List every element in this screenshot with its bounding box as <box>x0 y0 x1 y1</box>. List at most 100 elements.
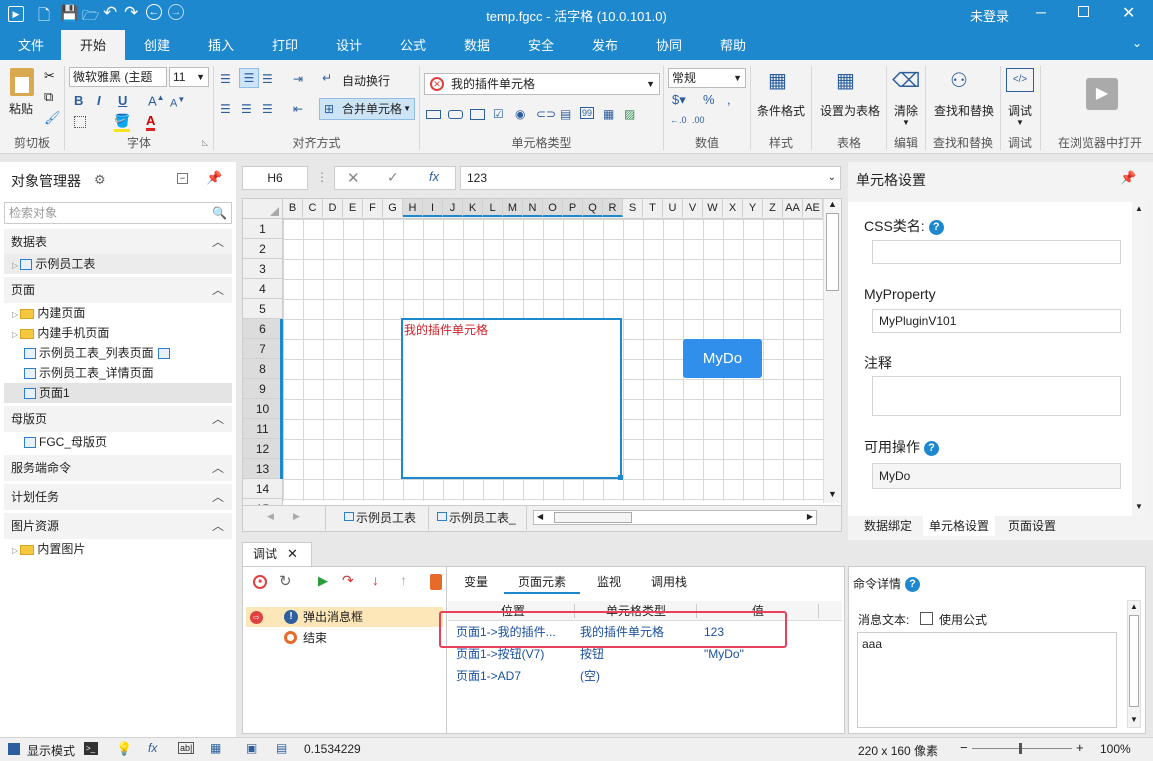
row-header[interactable]: 5 <box>243 299 282 319</box>
note-input[interactable] <box>872 376 1121 416</box>
zoom-slider[interactable] <box>972 743 1072 754</box>
bulb-icon[interactable]: 💡 <box>116 741 132 757</box>
column-header[interactable]: S <box>623 199 643 217</box>
column-header[interactable]: D <box>323 199 343 217</box>
align-left-icon[interactable]: ☰ <box>220 102 231 116</box>
row-header[interactable]: 6 <box>243 319 282 339</box>
font-size-select[interactable]: 11 ▼ <box>169 67 209 87</box>
debug-dropdown-icon[interactable]: ▼ <box>1016 118 1024 127</box>
css-help-icon[interactable]: ? <box>928 219 944 235</box>
console-icon[interactable]: >_ <box>84 742 98 755</box>
section-tables[interactable]: 数据表 ︿ <box>4 229 232 255</box>
step-into-icon[interactable]: ↓ <box>372 572 379 588</box>
column-header[interactable]: I <box>423 199 443 217</box>
debug-tab-elements[interactable]: 页面元素 <box>518 573 566 590</box>
debug-step-current[interactable]: ⇨ ! 弹出消息框 <box>246 607 443 627</box>
open-in-browser-button[interactable]: 在浏览器中打开 <box>1050 134 1150 151</box>
detail-help-icon[interactable]: ? <box>905 577 921 593</box>
settings-gear-icon[interactable]: ⚙ <box>94 172 106 188</box>
minimize-icon[interactable]: ─ <box>1036 4 1046 20</box>
column-header[interactable]: T <box>643 199 663 217</box>
section-masters[interactable]: 母版页 ︿ <box>4 406 232 432</box>
column-header[interactable]: G <box>383 199 403 217</box>
collapse-all-icon[interactable]: − <box>177 173 188 184</box>
row-header[interactable]: 13 <box>243 459 282 479</box>
zoom-thumb[interactable] <box>1019 743 1022 754</box>
column-header[interactable]: R <box>603 199 623 217</box>
row-header[interactable]: 8 <box>243 359 282 379</box>
close-icon[interactable]: ✕ <box>1122 3 1135 23</box>
continue-debug-icon[interactable]: ▶ <box>318 573 328 589</box>
wrap-text-icon[interactable]: ↵ <box>322 71 332 85</box>
increase-decimal-icon[interactable]: ←.0 <box>670 115 687 125</box>
confirm-formula-icon[interactable]: ✓ <box>387 169 399 186</box>
row-header[interactable]: 4 <box>243 279 282 299</box>
currency-icon[interactable]: $▾ <box>672 92 686 108</box>
row-header[interactable]: 2 <box>243 239 282 259</box>
column-header[interactable]: N <box>523 199 543 217</box>
align-top-icon[interactable]: ☰ <box>220 72 231 86</box>
set-table-icon[interactable]: ▦ <box>836 68 855 93</box>
tab-page-settings[interactable]: 页面设置 <box>1000 516 1064 536</box>
column-header[interactable]: C <box>303 199 323 217</box>
maximize-icon[interactable] <box>1078 6 1089 17</box>
italic-icon[interactable]: I <box>97 93 101 108</box>
font-shrink-icon[interactable]: A▼ <box>170 95 185 110</box>
row-header[interactable]: 7 <box>243 339 282 359</box>
layout-status-icon[interactable]: ▤ <box>276 741 287 755</box>
chart-status-icon[interactable]: ▦ <box>210 741 221 755</box>
debug-row[interactable]: 页面1->AD7 <box>456 666 521 686</box>
number-format-select[interactable]: 常规 ▼ <box>668 68 746 88</box>
section-images[interactable]: 图片资源 ︿ <box>4 513 232 539</box>
step-out-icon[interactable]: ↑ <box>400 572 407 588</box>
row-header[interactable]: 10 <box>243 399 282 419</box>
column-header[interactable]: P <box>563 199 583 217</box>
horizontal-scrollbar[interactable]: ◀ ▶ <box>533 510 817 525</box>
debug-tab-callstack[interactable]: 调用栈 <box>651 573 687 590</box>
selected-cell-h6[interactable]: 我的插件单元格 <box>401 318 623 480</box>
merge-cells-button[interactable]: 合并单元格 ⊞ ▼ <box>319 98 415 120</box>
celltype-image-icon[interactable]: ▨ <box>624 107 635 121</box>
find-icon[interactable]: ⚇ <box>950 68 968 93</box>
clear-dropdown-icon[interactable]: ▼ <box>902 118 910 127</box>
stop-debug-icon[interactable]: ■ <box>253 575 267 589</box>
cond-format-icon[interactable]: ▦ <box>768 68 794 92</box>
cell-reference-box[interactable]: H6 <box>242 166 308 190</box>
clear-icon[interactable]: ⌫ <box>892 68 920 93</box>
align-middle-icon[interactable]: ☰ <box>239 68 259 88</box>
prev-sheet-icon[interactable]: ◀ <box>267 511 274 522</box>
tab-security[interactable]: 安全 <box>512 30 570 60</box>
column-header[interactable]: M <box>503 199 523 217</box>
format-painter-icon[interactable]: 🖌 <box>44 110 61 126</box>
align-right-icon[interactable]: ☰ <box>262 102 273 116</box>
celltype-radio-icon[interactable]: ◉ <box>515 107 525 121</box>
row-header[interactable]: 12 <box>243 439 282 459</box>
section-pages[interactable]: 页面 ︿ <box>4 277 232 303</box>
step-over-icon[interactable]: ↷ <box>342 572 354 589</box>
border-icon[interactable] <box>74 116 86 128</box>
sheet-tab-employee-detail[interactable]: 示例员工表_ <box>431 506 527 530</box>
font-name-select[interactable]: 微软雅黑 (主题 <box>69 67 167 87</box>
actions-input[interactable]: MyDo <box>872 463 1121 489</box>
row-header[interactable]: 9 <box>243 379 282 399</box>
font-grow-icon[interactable]: A▲ <box>148 93 165 108</box>
use-formula-checkbox[interactable] <box>920 612 933 625</box>
celltype-textbox-icon[interactable] <box>426 110 441 119</box>
celltype-combo-icon[interactable] <box>470 109 485 120</box>
tree-item-list-page[interactable]: 示例员工表_列表页面 <box>24 343 173 363</box>
column-header[interactable]: J <box>443 199 463 217</box>
tab-design[interactable]: 设计 <box>320 30 378 60</box>
column-header[interactable]: B <box>283 199 303 217</box>
more-icon[interactable]: ⋮ <box>316 170 328 184</box>
celltype-select[interactable]: ✕ 我的插件单元格 ▼ <box>424 73 660 95</box>
bold-icon[interactable]: B <box>74 93 83 108</box>
tree-item-master[interactable]: FGC_母版页 <box>24 432 107 452</box>
find-replace-button[interactable]: 查找和替换 <box>934 102 994 119</box>
paste-button[interactable]: 粘贴 <box>9 100 33 117</box>
celltype-table-icon[interactable]: ▦ <box>603 107 614 121</box>
zoom-level[interactable]: 100% <box>1100 742 1131 756</box>
panel-pin-icon[interactable]: 📌 <box>1120 170 1136 186</box>
tab-data[interactable]: 数据 <box>448 30 506 60</box>
thousands-icon[interactable]: , <box>727 92 731 107</box>
row-header[interactable]: 3 <box>243 259 282 279</box>
